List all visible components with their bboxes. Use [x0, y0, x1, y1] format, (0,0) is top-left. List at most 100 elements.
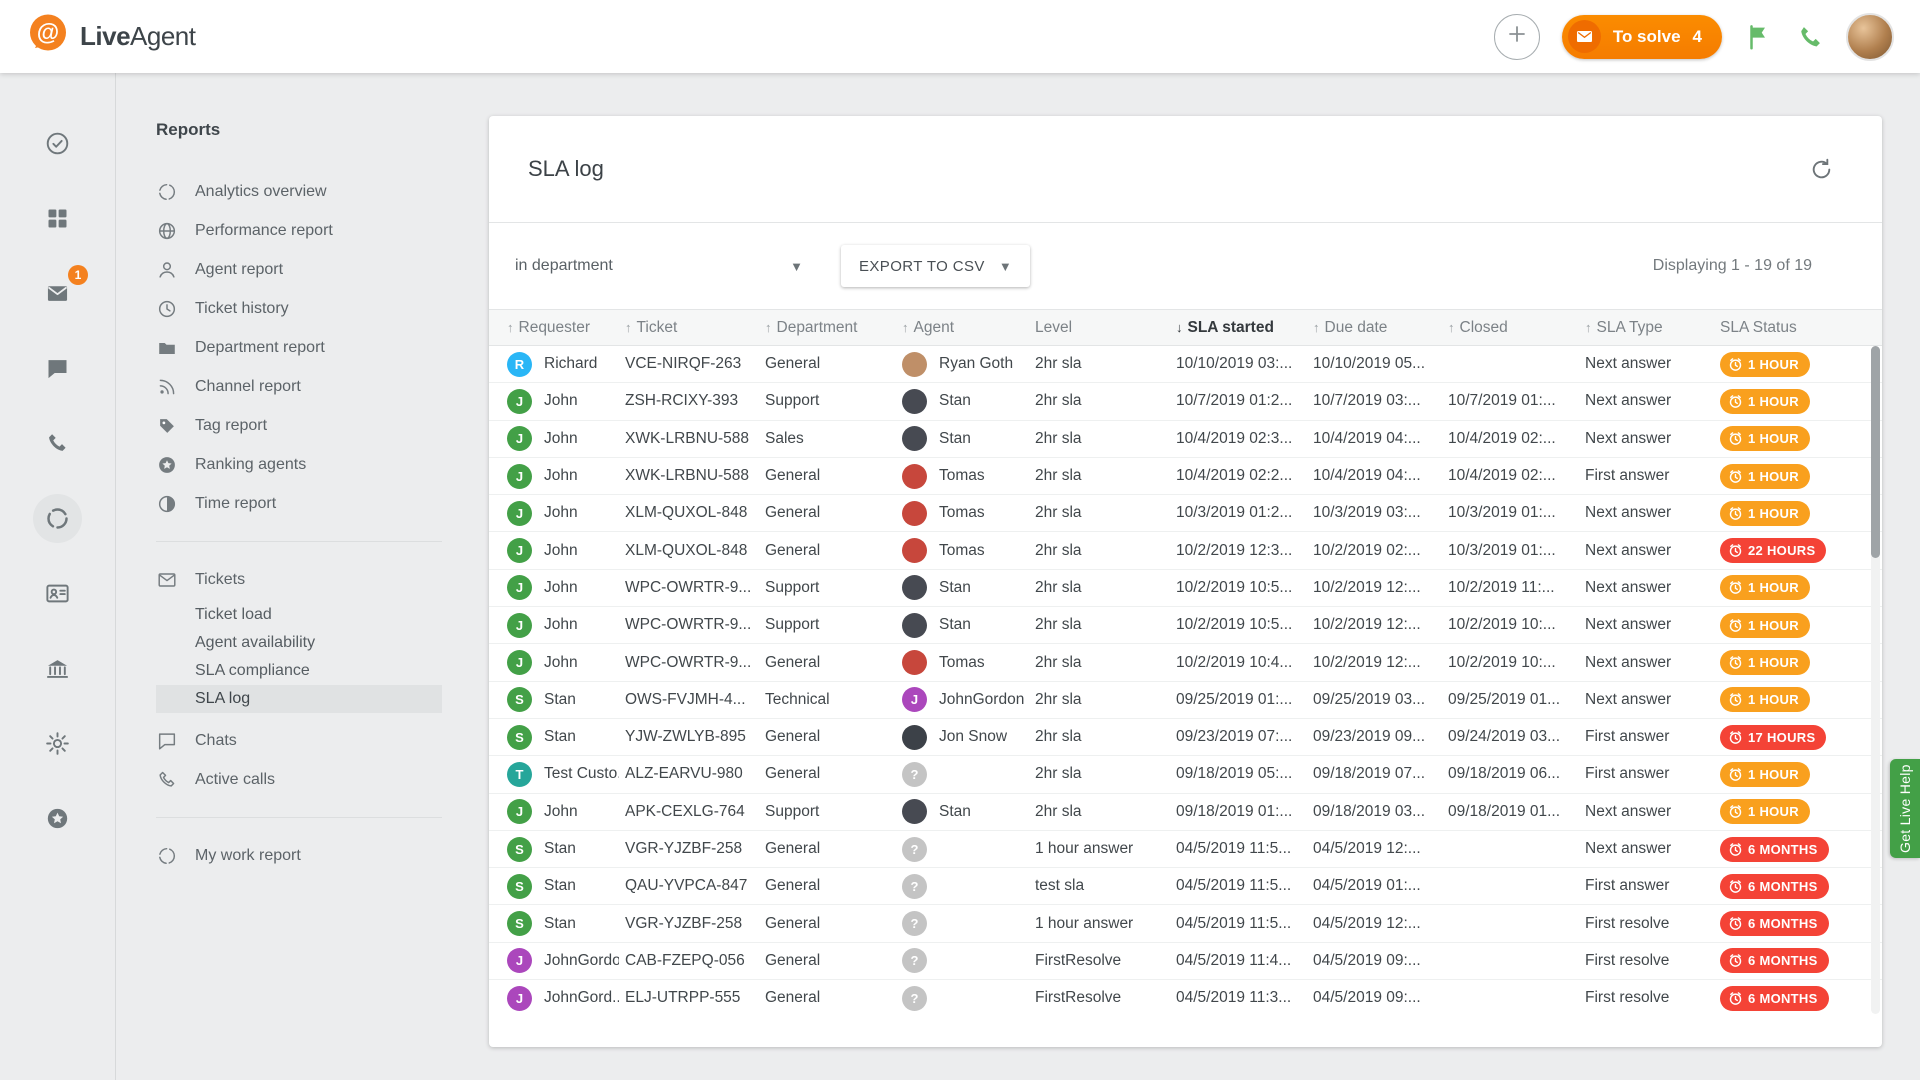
agent-name: JohnGordon: [939, 691, 1024, 709]
refresh-button[interactable]: [1809, 157, 1834, 182]
rail-item-settings[interactable]: [33, 719, 82, 768]
due-date: 04/5/2019 12:...: [1313, 840, 1448, 858]
sidebar-item-analytics-overview[interactable]: Analytics overview: [156, 172, 488, 211]
sla-started: 10/4/2019 02:3...: [1176, 430, 1313, 448]
table-row[interactable]: J John XLM-QUXOL-848 General Tomas 2hr s…: [489, 495, 1882, 532]
table-row[interactable]: T Test Custo... ALZ-EARVU-980 General ? …: [489, 756, 1882, 793]
due-date: 04/5/2019 09:...: [1313, 989, 1448, 1007]
sidebar-item-my-work-report[interactable]: My work report: [156, 836, 488, 875]
sidebar-item-agent-report[interactable]: Agent report: [156, 250, 488, 289]
table-row[interactable]: S Stan OWS-FVJMH-4... Technical J JohnGo…: [489, 682, 1882, 719]
rail-item-starred[interactable]: [33, 794, 82, 843]
export-label: EXPORT TO CSV: [859, 258, 985, 275]
rail-item-dashboard[interactable]: [33, 194, 82, 243]
rail-item-calls[interactable]: [33, 419, 82, 468]
table-row[interactable]: J JohnGord... ELJ-UTRPP-555 General ? Fi…: [489, 980, 1882, 1014]
rail-item-tasks[interactable]: [33, 119, 82, 168]
department: General: [765, 952, 902, 970]
agent-avatar: [902, 650, 927, 675]
rail-item-customers[interactable]: [33, 569, 82, 618]
table-row[interactable]: J John XWK-LRBNU-588 Sales Stan 2hr sla …: [489, 421, 1882, 458]
sidebar-item-chats[interactable]: Chats: [156, 721, 488, 760]
sla-status-badge: 1 HOUR: [1720, 762, 1810, 787]
due-date: 10/2/2019 12:...: [1313, 654, 1448, 672]
requester-avatar: R: [507, 352, 532, 377]
add-button[interactable]: [1494, 14, 1540, 60]
sla-started: 09/18/2019 01:...: [1176, 803, 1313, 821]
rail-item-chats[interactable]: [33, 344, 82, 393]
sidebar-item-ticket-history[interactable]: Ticket history: [156, 289, 488, 328]
sla-started: 09/18/2019 05:...: [1176, 765, 1313, 783]
sla-status-badge: 1 HOUR: [1720, 352, 1810, 377]
column-header[interactable]: ↑ Requester: [507, 319, 625, 337]
table-row[interactable]: S Stan YJW-ZWLYB-895 General Jon Snow 2h…: [489, 719, 1882, 756]
sla-type: Next answer: [1585, 504, 1720, 522]
sidebar-item-sla-log[interactable]: SLA log: [156, 685, 442, 713]
column-header[interactable]: ↑ Ticket: [625, 319, 765, 337]
sidebar-item-department-report[interactable]: Department report: [156, 328, 488, 367]
sidebar-item-channel-report[interactable]: Channel report: [156, 367, 488, 406]
alarm-clock-icon: [1728, 804, 1743, 819]
table-row[interactable]: J John XWK-LRBNU-588 General Tomas 2hr s…: [489, 458, 1882, 495]
tickets-subitems: Ticket loadAgent availabilitySLA complia…: [156, 601, 488, 713]
department: Support: [765, 579, 902, 597]
sla-type: Next answer: [1585, 803, 1720, 821]
sort-arrow-icon: ↑: [1448, 320, 1455, 335]
export-csv-button[interactable]: EXPORT TO CSV ▼: [841, 245, 1030, 287]
sidebar-item-ticket-load[interactable]: Ticket load: [156, 601, 442, 629]
rail-item-tickets[interactable]: 1: [33, 269, 82, 318]
table-row[interactable]: J John WPC-OWRTR-9... Support Stan 2hr s…: [489, 570, 1882, 607]
column-header[interactable]: Level: [1035, 319, 1176, 337]
table-row[interactable]: S Stan VGR-YJZBF-258 General ? 1 hour an…: [489, 831, 1882, 868]
get-live-help-tab[interactable]: Get Live Help: [1890, 759, 1920, 858]
department-filter-select[interactable]: in department ▼: [515, 257, 811, 275]
closed: 10/4/2019 02:...: [1448, 467, 1585, 485]
column-header[interactable]: ↑ SLA Type: [1585, 319, 1720, 337]
table-row[interactable]: J John XLM-QUXOL-848 General Tomas 2hr s…: [489, 532, 1882, 569]
table-row[interactable]: J JohnGordo... CAB-FZEPQ-056 General ? F…: [489, 943, 1882, 980]
table-row[interactable]: J John WPC-OWRTR-9... General Tomas 2hr …: [489, 644, 1882, 681]
scrollbar-thumb[interactable]: [1871, 346, 1880, 558]
table-row[interactable]: J John WPC-OWRTR-9... Support Stan 2hr s…: [489, 607, 1882, 644]
rail-item-reports[interactable]: [33, 494, 82, 543]
sidebar-item-time-report[interactable]: Time report: [156, 484, 488, 523]
sla-status-label: 22 HOURS: [1748, 543, 1815, 558]
column-header[interactable]: ↑ Agent: [902, 319, 1035, 337]
sidebar-item-sla-compliance[interactable]: SLA compliance: [156, 657, 442, 685]
sidebar-item-performance-report[interactable]: Performance report: [156, 211, 488, 250]
sla-status-label: 1 HOUR: [1748, 804, 1799, 819]
sidebar-item-ranking-agents[interactable]: Ranking agents: [156, 445, 488, 484]
call-button[interactable]: [1796, 23, 1824, 51]
table-row[interactable]: S Stan VGR-YJZBF-258 General ? 1 hour an…: [489, 905, 1882, 942]
level: 2hr sla: [1035, 579, 1176, 597]
alarm-clock-icon: [1728, 916, 1743, 931]
requester-name: John: [544, 803, 578, 821]
closed: 10/3/2019 01:...: [1448, 504, 1585, 522]
column-header[interactable]: ↑ Due date: [1313, 319, 1448, 337]
flag-button[interactable]: [1744, 22, 1774, 52]
table-row[interactable]: R Richard VCE-NIRQF-263 General Ryan Got…: [489, 346, 1882, 383]
user-avatar[interactable]: [1846, 13, 1894, 61]
sidebar-item-tickets[interactable]: Tickets: [156, 560, 488, 599]
table-row[interactable]: J John APK-CEXLG-764 Support Stan 2hr sl…: [489, 794, 1882, 831]
liveagent-logo[interactable]: @ LiveAgent: [26, 12, 195, 61]
sla-status-label: 6 MONTHS: [1748, 842, 1818, 857]
table-row[interactable]: S Stan QAU-YVPCA-847 General ? test sla …: [489, 868, 1882, 905]
closed: 10/2/2019 10:...: [1448, 654, 1585, 672]
table-row[interactable]: J John ZSH-RCIXY-393 Support Stan 2hr sl…: [489, 383, 1882, 420]
sidebar-item-tag-report[interactable]: Tag report: [156, 406, 488, 445]
closed: 09/25/2019 01...: [1448, 691, 1585, 709]
agent-avatar: [902, 501, 927, 526]
rail-item-billing[interactable]: [33, 644, 82, 693]
column-header[interactable]: ↓ SLA started: [1176, 319, 1313, 337]
agent-name: Stan: [939, 430, 971, 448]
to-solve-button[interactable]: To solve 4: [1562, 15, 1722, 59]
sidebar-item-agent-availability[interactable]: Agent availability: [156, 629, 442, 657]
department: Support: [765, 616, 902, 634]
column-header[interactable]: SLA Status: [1720, 319, 1882, 337]
column-header[interactable]: ↑ Closed: [1448, 319, 1585, 337]
level: 2hr sla: [1035, 654, 1176, 672]
column-header[interactable]: ↑ Department: [765, 319, 902, 337]
sidebar-item-active-calls[interactable]: Active calls: [156, 760, 488, 799]
sla-status-badge: 1 HOUR: [1720, 650, 1810, 675]
